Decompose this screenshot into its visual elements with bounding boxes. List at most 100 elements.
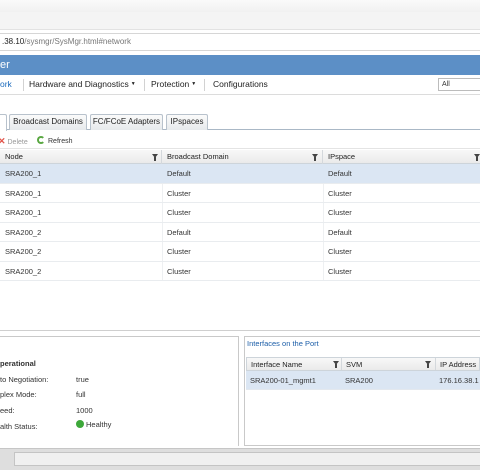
menu-hardware-diagnostics[interactable]: Hardware and Diagnostics ▼ [29, 75, 136, 94]
search-scope-field[interactable]: All [438, 78, 480, 91]
column-header-ipspace[interactable]: IPspace [323, 150, 480, 164]
delete-button[interactable]: ✕ Delete [0, 134, 28, 149]
delete-label: Delete [7, 139, 28, 146]
cell-broadcast-domain: Cluster [167, 188, 191, 198]
column-header-node[interactable]: Node [0, 150, 162, 164]
column-svm-label: SVM [346, 360, 363, 369]
table-row[interactable]: SRA200_2 Cluster Cluster [0, 242, 480, 262]
cell-ipspace: Cluster [328, 208, 352, 217]
column-header-broadcast-domain[interactable]: Broadcast Domain [162, 150, 323, 164]
tab-strip: Broadcast Domains FC/FCoE Adapters IPspa… [0, 114, 480, 131]
menu-protection-label: Protection [151, 79, 190, 89]
url-host: .38.10 [2, 37, 25, 46]
menu-protection[interactable]: Protection ▼ [151, 75, 196, 94]
column-ip-address-label: IP Address [440, 360, 477, 369]
table-row[interactable]: SRA200_1 Default Default [0, 164, 480, 184]
refresh-icon [37, 136, 45, 144]
tab-broadcast-domains-label: Broadcast Domains [13, 117, 83, 126]
health-status: Healthy [76, 420, 111, 429]
cell-node: SRA200_1 [5, 169, 42, 178]
table-row[interactable]: SRA200_2 Cluster Cluster [0, 262, 480, 281]
address-bar[interactable]: .38.10/sysmgr/SysMgr.html#network [0, 33, 480, 51]
menu-network-label: ork [0, 79, 12, 89]
cell-broadcast-domain: Default [167, 169, 191, 178]
search-scope-value: All [442, 81, 450, 88]
url-path: /sysmgr/SysMgr.html#network [24, 37, 131, 46]
column-header-svm[interactable]: SVM [342, 358, 436, 370]
chevron-down-icon: ▼ [191, 81, 197, 88]
column-node-label: Node [5, 152, 23, 161]
tab-ipspaces-label: IPspaces [170, 117, 204, 126]
detail-label: eed: [0, 406, 15, 415]
tab-broadcast-domains[interactable]: Broadcast Domains [9, 114, 87, 130]
main-menu-bar: ork Hardware and Diagnostics ▼ Protection… [0, 75, 480, 95]
menu-divider [144, 79, 145, 91]
refresh-label: Refresh [48, 138, 73, 145]
cell-ipspace: Default [328, 227, 352, 237]
cell-node: SRA200_2 [5, 247, 42, 256]
interfaces-panel-title: Interfaces on the Port [246, 339, 320, 348]
menu-configurations[interactable]: Configurations [213, 75, 268, 94]
detail-label: to Negotiation: [0, 375, 49, 384]
filter-icon[interactable] [152, 154, 158, 161]
tab-fc-fcoe-label: FC/FCoE Adapters [92, 117, 161, 126]
column-interface-name-label: Interface Name [251, 360, 303, 369]
table-row[interactable]: SRA200_2 Default Default [0, 223, 480, 242]
tab-ports[interactable] [0, 114, 7, 131]
menu-hardware-label: Hardware and Diagnostics [29, 79, 129, 89]
cell-svm: SRA200 [345, 376, 373, 385]
cell-broadcast-domain: Cluster [167, 208, 191, 217]
cell-ipspace: Default [328, 169, 352, 178]
app-title: er [0, 59, 10, 71]
interfaces-panel [244, 336, 480, 446]
detail-label: alth Status: [0, 422, 38, 431]
detail-label: plex Mode: [0, 390, 37, 399]
health-ok-icon [76, 420, 84, 428]
cell-broadcast-domain: Cluster [167, 266, 191, 276]
table-row[interactable]: SRA200-01_mgmt1 SRA200 176.16.38.1 [246, 371, 480, 390]
cell-ipspace: Cluster [328, 247, 352, 256]
menu-divider [23, 79, 24, 91]
column-ipspace-label: IPspace [328, 152, 356, 161]
filter-icon[interactable] [333, 361, 339, 368]
cell-ip-address: 176.16.38.1 [439, 376, 479, 385]
menu-network[interactable]: ork [0, 75, 12, 94]
detail-value: true [76, 375, 89, 384]
app-title-bar: er [0, 55, 480, 75]
table-row[interactable]: SRA200_1 Cluster Cluster [0, 203, 480, 223]
cell-node: SRA200_1 [5, 208, 42, 217]
filter-icon[interactable] [425, 361, 431, 368]
tab-ipspaces[interactable]: IPspaces [166, 114, 208, 130]
detail-value: 1000 [76, 406, 93, 415]
cell-interface-name: SRA200-01_mgmt1 [250, 376, 316, 385]
column-broadcast-domain-label: Broadcast Domain [167, 152, 229, 161]
refresh-button[interactable]: Refresh [37, 134, 73, 149]
chevron-down-icon: ▼ [130, 81, 136, 88]
cell-node: SRA200_2 [5, 227, 42, 237]
table-row[interactable]: SRA200_1 Cluster Cluster [0, 184, 480, 203]
column-header-ip-address[interactable]: IP Address [436, 358, 480, 370]
cell-broadcast-domain: Default [167, 227, 191, 237]
health-status-value: Healthy [86, 420, 112, 429]
cell-ipspace: Cluster [328, 188, 352, 198]
filter-icon[interactable] [474, 154, 480, 161]
ports-grid-header: Node Broadcast Domain IPspace [0, 150, 480, 164]
interfaces-grid-header: Interface Name SVM IP Address [246, 357, 480, 371]
detail-value: full [76, 390, 86, 399]
ports-grid-body: SRA200_1 Default Default SRA200_1 Cluste… [0, 164, 480, 331]
cell-node: SRA200_1 [5, 188, 42, 198]
column-header-interface-name[interactable]: Interface Name [247, 358, 342, 370]
delete-icon: ✕ [0, 136, 6, 146]
filter-icon[interactable] [312, 154, 318, 161]
port-details-panel: perational to Negotiation: true plex Mod… [0, 336, 239, 446]
cell-node: SRA200_2 [5, 266, 42, 276]
browser-toolbar [0, 0, 480, 30]
toolbar: ✕ Delete Refresh [0, 134, 480, 149]
horizontal-scrollbar[interactable] [14, 452, 480, 466]
menu-configurations-label: Configurations [213, 79, 268, 89]
cell-broadcast-domain: Cluster [167, 247, 191, 256]
browser-tab-strip [0, 0, 480, 12]
tab-fc-fcoe-adapters[interactable]: FC/FCoE Adapters [90, 114, 163, 130]
menu-divider [204, 79, 205, 91]
cell-ipspace: Cluster [328, 266, 352, 276]
